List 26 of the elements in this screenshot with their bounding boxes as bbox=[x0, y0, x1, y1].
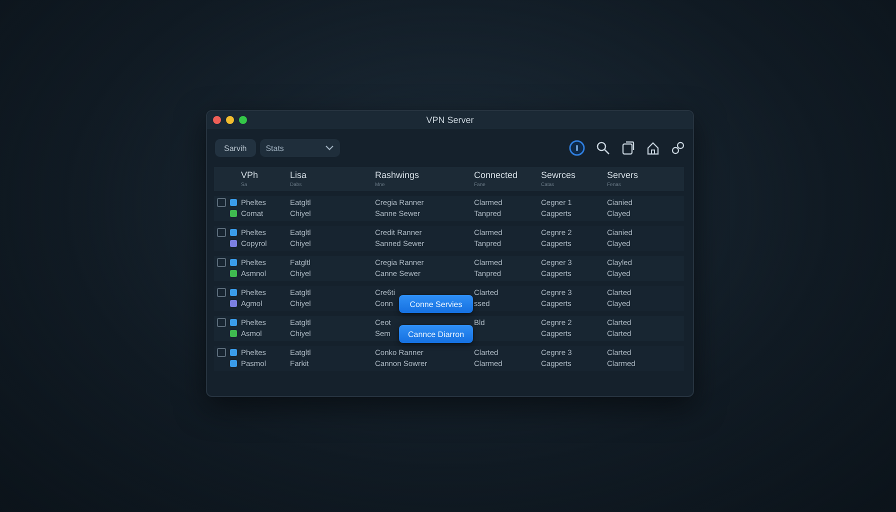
caret-icon bbox=[324, 145, 334, 151]
row-checkbox[interactable] bbox=[217, 198, 226, 207]
action-button[interactable]: Cannce Diarron bbox=[399, 325, 473, 343]
search-icon[interactable] bbox=[596, 141, 610, 155]
column-header[interactable]: Connected bbox=[474, 168, 541, 182]
link-icon[interactable] bbox=[671, 141, 685, 155]
window-title: VPN Server bbox=[426, 115, 474, 125]
row-checkbox[interactable] bbox=[217, 318, 226, 327]
column-header[interactable]: Lisa bbox=[290, 168, 375, 182]
action-button[interactable]: Conne Servies bbox=[399, 295, 473, 313]
row-checkbox[interactable] bbox=[217, 228, 226, 237]
home-icon[interactable] bbox=[646, 141, 660, 155]
maximize-button[interactable] bbox=[239, 116, 247, 124]
column-header[interactable]: Servers bbox=[607, 168, 684, 182]
column-header[interactable]: VPh bbox=[241, 168, 290, 182]
row-checkbox[interactable] bbox=[217, 348, 226, 357]
copy-icon[interactable] bbox=[621, 141, 635, 155]
column-header[interactable]: Sewrces bbox=[541, 168, 607, 182]
filter-dropdown[interactable]: Stats bbox=[260, 139, 340, 157]
server-button[interactable]: Sarvih bbox=[215, 139, 256, 157]
row-checkbox[interactable] bbox=[217, 288, 226, 297]
info-icon[interactable] bbox=[569, 140, 585, 156]
minimize-button[interactable] bbox=[226, 116, 234, 124]
close-button[interactable] bbox=[213, 116, 221, 124]
column-header[interactable]: Rashwings bbox=[375, 168, 474, 182]
row-checkbox[interactable] bbox=[217, 258, 226, 267]
